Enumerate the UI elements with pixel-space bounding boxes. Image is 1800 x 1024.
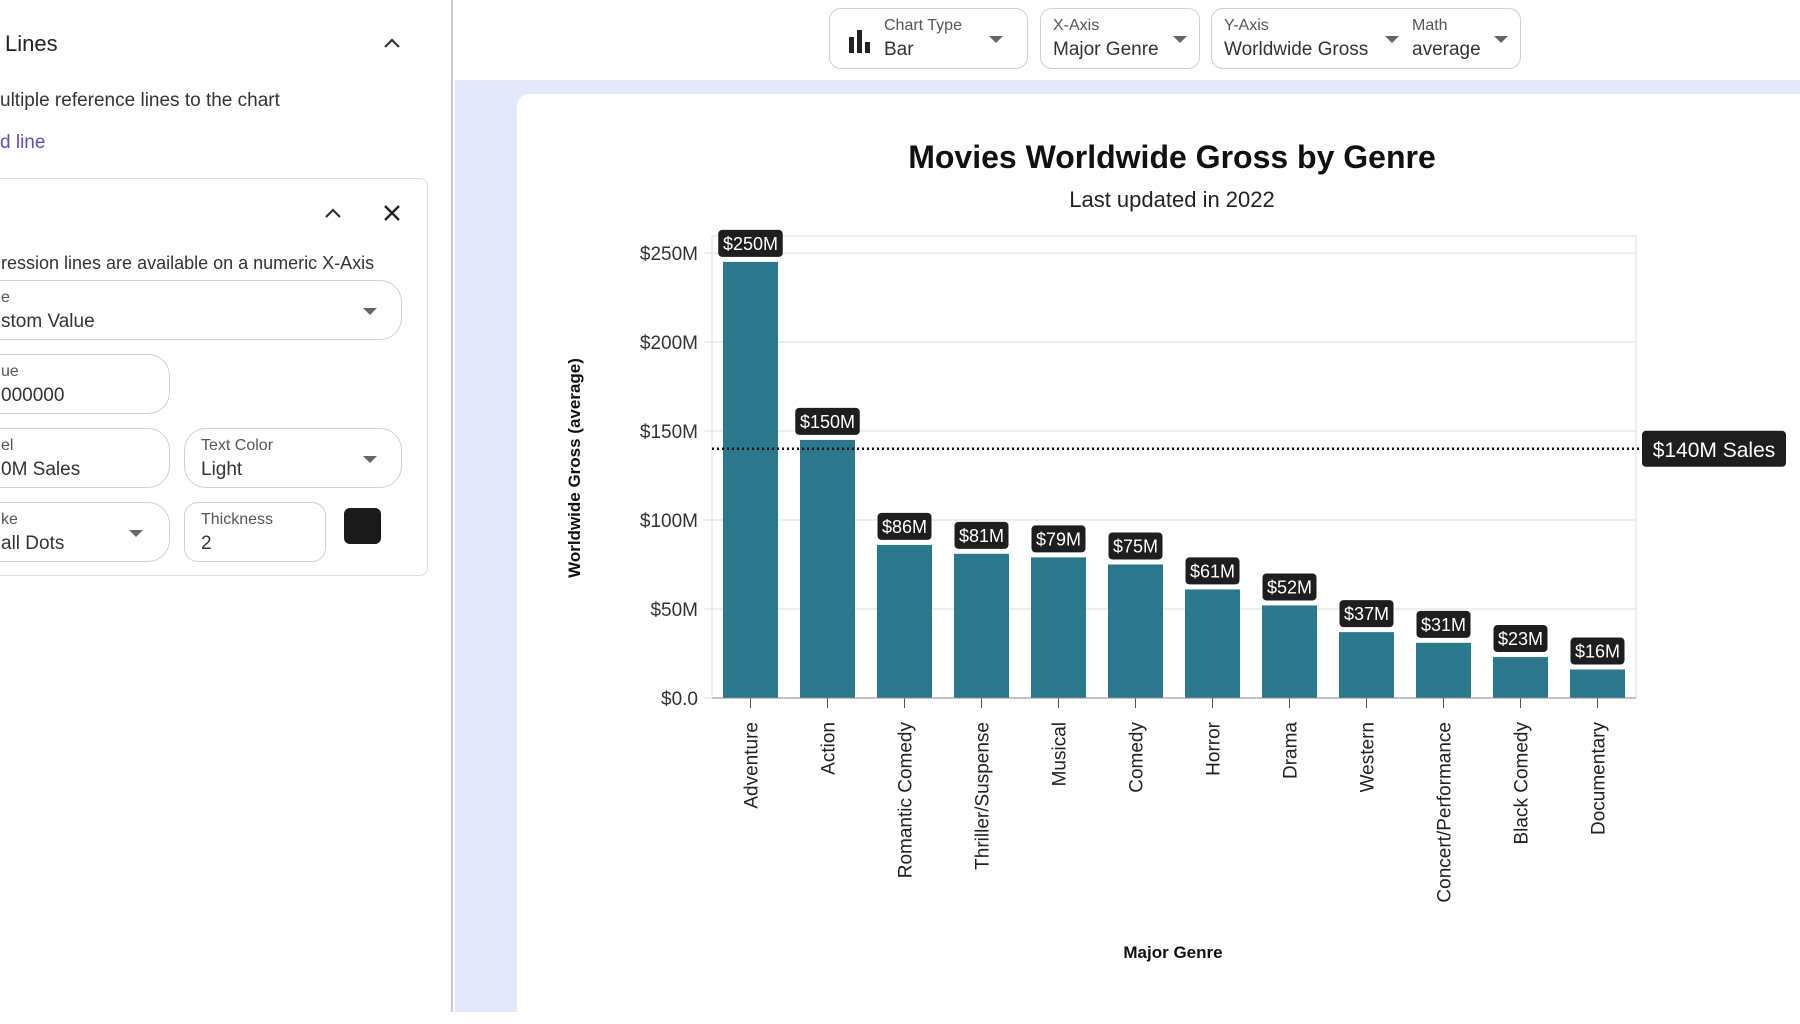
bar-chart: Movies Worldwide Gross by Genre Last upd… xyxy=(565,139,1786,962)
x-tick-label: Romantic Comedy xyxy=(896,722,917,879)
chart-subtitle: Last updated in 2022 xyxy=(1069,187,1275,212)
x-tick-label: Comedy xyxy=(1127,722,1148,793)
bar xyxy=(800,439,855,698)
x-tick-label: Concert/Performance xyxy=(1435,722,1456,903)
y-axis-title: Worldwide Gross (average) xyxy=(565,358,584,578)
x-tick-label: Action xyxy=(819,722,840,775)
data-label: $150M xyxy=(800,412,855,432)
data-label: $31M xyxy=(1421,615,1466,635)
data-label: $52M xyxy=(1267,577,1312,597)
y-tick-label: $250M xyxy=(640,244,698,265)
bar xyxy=(1108,564,1163,698)
data-label: $61M xyxy=(1190,561,1235,581)
bar xyxy=(954,553,1009,698)
data-label: $23M xyxy=(1498,629,1543,649)
x-tick-label: Documentary xyxy=(1589,722,1610,835)
bar xyxy=(877,544,932,698)
y-tick-label: $0.0 xyxy=(661,689,698,710)
x-tick-label: Thriller/Suspense xyxy=(973,722,994,870)
x-axis-title: Major Genre xyxy=(1123,943,1222,962)
bar xyxy=(1031,557,1086,698)
data-label: $16M xyxy=(1575,642,1620,662)
data-label: $37M xyxy=(1344,604,1389,624)
y-tick-label: $100M xyxy=(640,511,698,532)
y-tick-label: $200M xyxy=(640,333,698,354)
data-label: $86M xyxy=(882,517,927,537)
bar xyxy=(1416,642,1471,698)
data-label: $75M xyxy=(1113,537,1158,557)
bar xyxy=(1570,669,1625,698)
data-label: $81M xyxy=(959,526,1004,546)
bar xyxy=(1493,657,1548,698)
x-tick-label: Horror xyxy=(1204,721,1225,776)
bar xyxy=(723,261,778,698)
chart-title: Movies Worldwide Gross by Genre xyxy=(908,139,1436,175)
bar xyxy=(1339,632,1394,698)
x-tick-label: Adventure xyxy=(742,722,763,809)
bar xyxy=(1185,589,1240,698)
data-label: $250M xyxy=(723,234,778,254)
x-tick-label: Musical xyxy=(1050,722,1071,786)
y-tick-label: $150M xyxy=(640,422,698,443)
x-tick-label: Drama xyxy=(1281,722,1302,779)
data-label: $79M xyxy=(1036,529,1081,549)
reference-line-label: $140M Sales xyxy=(1653,439,1776,462)
bar xyxy=(1262,605,1317,698)
x-tick-label: Western xyxy=(1358,722,1379,792)
y-tick-label: $50M xyxy=(650,600,698,621)
x-tick-label: Black Comedy xyxy=(1512,722,1533,845)
